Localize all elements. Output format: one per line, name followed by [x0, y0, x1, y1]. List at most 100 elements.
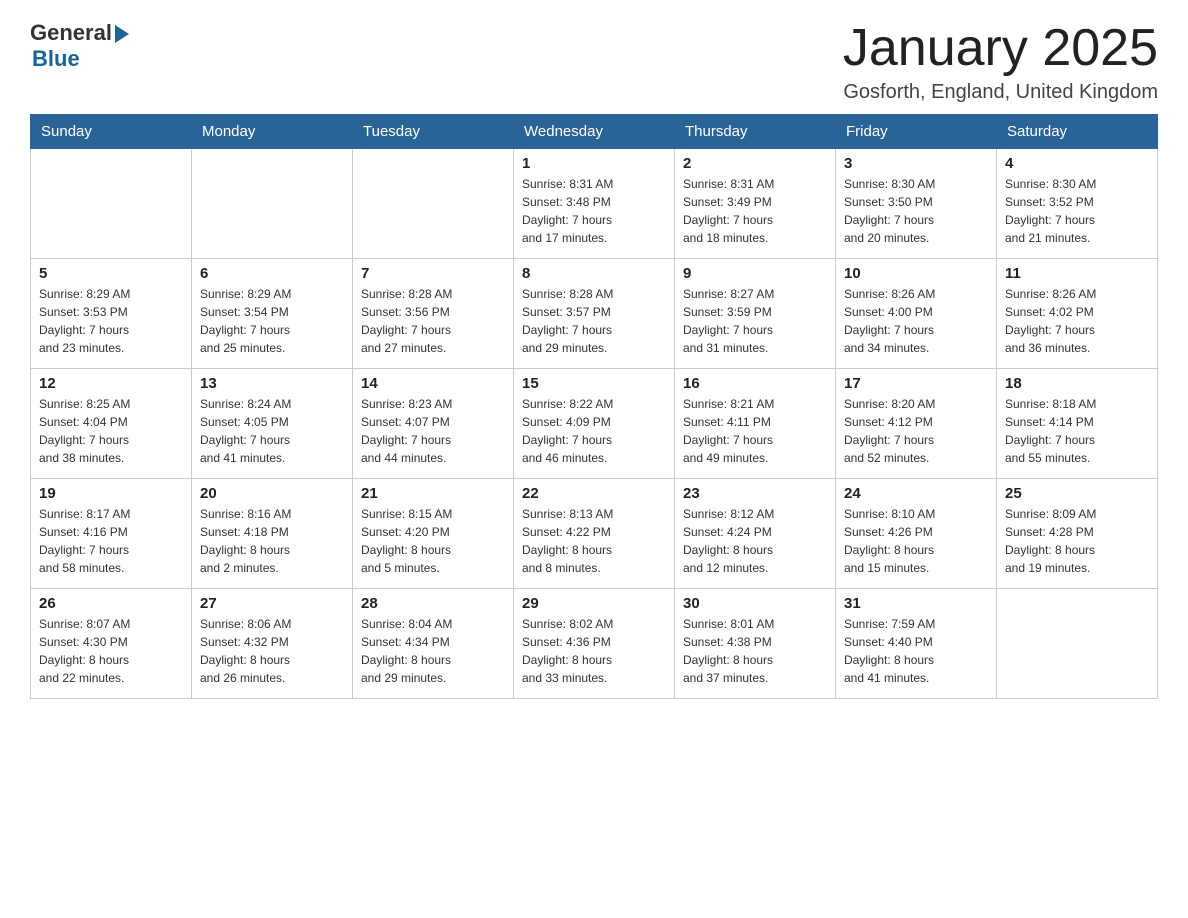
calendar-cell: 2 Sunrise: 8:31 AM Sunset: 3:49 PM Daylig…	[675, 149, 836, 259]
calendar-cell	[31, 149, 192, 259]
day-number: 15	[522, 375, 666, 392]
calendar-cell: 20Sunrise: 8:16 AM Sunset: 4:18 PM Dayli…	[192, 479, 353, 589]
calendar-cell: 24 Sunrise: 8:10 AM Sunset: 4:26 PM Dayli…	[836, 479, 997, 589]
calendar-cell: 19 Sunrise: 8:17 AM Sunset: 4:16 PM Dayli…	[31, 479, 192, 589]
day-number: 2	[683, 155, 827, 172]
calendar-week-row: 5 Sunrise: 8:29 AM Sunset: 3:53 PM Daylig…	[31, 259, 1158, 369]
calendar-cell: 5 Sunrise: 8:29 AM Sunset: 3:53 PM Daylig…	[31, 259, 192, 369]
day-info: Sunrise: 8:25 AM Sunset: 4:04 PM Dayligh…	[39, 395, 183, 467]
calendar-cell: 8 Sunrise: 8:28 AM Sunset: 3:57 PM Daylig…	[514, 259, 675, 369]
calendar-cell: 18Sunrise: 8:18 AM Sunset: 4:14 PM Dayli…	[997, 369, 1158, 479]
calendar-day-header: Saturday	[997, 115, 1158, 149]
calendar-cell: 27 Sunrise: 8:06 AM Sunset: 4:32 PM Dayli…	[192, 589, 353, 699]
day-info: Sunrise: 8:13 AM Sunset: 4:22 PM Dayligh…	[522, 505, 666, 577]
logo: General Blue	[30, 20, 129, 72]
calendar-cell: 3Sunrise: 8:30 AM Sunset: 3:50 PM Daylig…	[836, 149, 997, 259]
day-number: 19	[39, 485, 183, 502]
calendar-cell: 16 Sunrise: 8:21 AM Sunset: 4:11 PM Dayli…	[675, 369, 836, 479]
calendar-cell: 9Sunrise: 8:27 AM Sunset: 3:59 PM Daylig…	[675, 259, 836, 369]
calendar-cell: 6 Sunrise: 8:29 AM Sunset: 3:54 PM Daylig…	[192, 259, 353, 369]
day-number: 27	[200, 595, 344, 612]
day-number: 3	[844, 155, 988, 172]
calendar-cell: 4Sunrise: 8:30 AM Sunset: 3:52 PM Daylig…	[997, 149, 1158, 259]
day-number: 21	[361, 485, 505, 502]
calendar-cell: 28 Sunrise: 8:04 AM Sunset: 4:34 PM Dayli…	[353, 589, 514, 699]
day-info: Sunrise: 8:28 AM Sunset: 3:56 PM Dayligh…	[361, 285, 505, 357]
day-number: 24	[844, 485, 988, 502]
calendar-cell: 21 Sunrise: 8:15 AM Sunset: 4:20 PM Dayli…	[353, 479, 514, 589]
calendar-day-header: Tuesday	[353, 115, 514, 149]
day-number: 23	[683, 485, 827, 502]
calendar-cell: 11 Sunrise: 8:26 AM Sunset: 4:02 PM Dayli…	[997, 259, 1158, 369]
calendar-cell: 22 Sunrise: 8:13 AM Sunset: 4:22 PM Dayli…	[514, 479, 675, 589]
day-info: Sunrise: 8:30 AM Sunset: 3:52 PM Dayligh…	[1005, 175, 1149, 247]
day-number: 25	[1005, 485, 1149, 502]
calendar-cell	[353, 149, 514, 259]
day-info: Sunrise: 8:01 AM Sunset: 4:38 PM Dayligh…	[683, 615, 827, 687]
day-info: Sunrise: 7:59 AM Sunset: 4:40 PM Dayligh…	[844, 615, 988, 687]
day-info: Sunrise: 8:26 AM Sunset: 4:00 PM Dayligh…	[844, 285, 988, 357]
day-number: 1	[522, 155, 666, 172]
calendar-week-row: 12 Sunrise: 8:25 AM Sunset: 4:04 PM Dayli…	[31, 369, 1158, 479]
day-number: 16	[683, 375, 827, 392]
day-info: Sunrise: 8:17 AM Sunset: 4:16 PM Dayligh…	[39, 505, 183, 577]
day-info: Sunrise: 8:07 AM Sunset: 4:30 PM Dayligh…	[39, 615, 183, 687]
day-number: 13	[200, 375, 344, 392]
calendar-cell: 7 Sunrise: 8:28 AM Sunset: 3:56 PM Daylig…	[353, 259, 514, 369]
calendar-table: SundayMondayTuesdayWednesdayThursdayFrid…	[30, 114, 1158, 699]
page-header: General Blue January 2025 Gosforth, Engl…	[30, 20, 1158, 104]
day-number: 10	[844, 265, 988, 282]
day-number: 17	[844, 375, 988, 392]
day-info: Sunrise: 8:15 AM Sunset: 4:20 PM Dayligh…	[361, 505, 505, 577]
day-info: Sunrise: 8:18 AM Sunset: 4:14 PM Dayligh…	[1005, 395, 1149, 467]
day-info: Sunrise: 8:29 AM Sunset: 3:53 PM Dayligh…	[39, 285, 183, 357]
day-info: Sunrise: 8:31 AM Sunset: 3:48 PM Dayligh…	[522, 175, 666, 247]
day-info: Sunrise: 8:26 AM Sunset: 4:02 PM Dayligh…	[1005, 285, 1149, 357]
calendar-week-row: 26Sunrise: 8:07 AM Sunset: 4:30 PM Dayli…	[31, 589, 1158, 699]
day-info: Sunrise: 8:22 AM Sunset: 4:09 PM Dayligh…	[522, 395, 666, 467]
calendar-cell: 1 Sunrise: 8:31 AM Sunset: 3:48 PM Daylig…	[514, 149, 675, 259]
calendar-day-header: Thursday	[675, 115, 836, 149]
title-section: January 2025 Gosforth, England, United K…	[843, 20, 1158, 104]
calendar-cell: 26Sunrise: 8:07 AM Sunset: 4:30 PM Dayli…	[31, 589, 192, 699]
calendar-cell: 14Sunrise: 8:23 AM Sunset: 4:07 PM Dayli…	[353, 369, 514, 479]
calendar-cell: 29Sunrise: 8:02 AM Sunset: 4:36 PM Dayli…	[514, 589, 675, 699]
day-number: 8	[522, 265, 666, 282]
day-info: Sunrise: 8:09 AM Sunset: 4:28 PM Dayligh…	[1005, 505, 1149, 577]
day-info: Sunrise: 8:10 AM Sunset: 4:26 PM Dayligh…	[844, 505, 988, 577]
day-info: Sunrise: 8:20 AM Sunset: 4:12 PM Dayligh…	[844, 395, 988, 467]
day-number: 12	[39, 375, 183, 392]
day-info: Sunrise: 8:16 AM Sunset: 4:18 PM Dayligh…	[200, 505, 344, 577]
day-number: 11	[1005, 265, 1149, 282]
day-info: Sunrise: 8:31 AM Sunset: 3:49 PM Dayligh…	[683, 175, 827, 247]
day-number: 6	[200, 265, 344, 282]
day-info: Sunrise: 8:12 AM Sunset: 4:24 PM Dayligh…	[683, 505, 827, 577]
location-text: Gosforth, England, United Kingdom	[843, 81, 1158, 104]
day-info: Sunrise: 8:04 AM Sunset: 4:34 PM Dayligh…	[361, 615, 505, 687]
day-number: 7	[361, 265, 505, 282]
day-info: Sunrise: 8:21 AM Sunset: 4:11 PM Dayligh…	[683, 395, 827, 467]
calendar-cell: 15 Sunrise: 8:22 AM Sunset: 4:09 PM Dayli…	[514, 369, 675, 479]
calendar-day-header: Sunday	[31, 115, 192, 149]
calendar-cell: 23 Sunrise: 8:12 AM Sunset: 4:24 PM Dayli…	[675, 479, 836, 589]
calendar-cell: 13 Sunrise: 8:24 AM Sunset: 4:05 PM Dayli…	[192, 369, 353, 479]
day-number: 30	[683, 595, 827, 612]
day-number: 5	[39, 265, 183, 282]
calendar-week-row: 1 Sunrise: 8:31 AM Sunset: 3:48 PM Daylig…	[31, 149, 1158, 259]
day-info: Sunrise: 8:27 AM Sunset: 3:59 PM Dayligh…	[683, 285, 827, 357]
calendar-day-header: Wednesday	[514, 115, 675, 149]
day-number: 14	[361, 375, 505, 392]
calendar-cell: 12 Sunrise: 8:25 AM Sunset: 4:04 PM Dayli…	[31, 369, 192, 479]
calendar-cell: 17 Sunrise: 8:20 AM Sunset: 4:12 PM Dayli…	[836, 369, 997, 479]
calendar-header-row: SundayMondayTuesdayWednesdayThursdayFrid…	[31, 115, 1158, 149]
logo-arrow-icon	[115, 25, 129, 43]
day-info: Sunrise: 8:29 AM Sunset: 3:54 PM Dayligh…	[200, 285, 344, 357]
day-info: Sunrise: 8:24 AM Sunset: 4:05 PM Dayligh…	[200, 395, 344, 467]
day-number: 22	[522, 485, 666, 502]
logo-general-text: General	[30, 20, 112, 46]
day-number: 28	[361, 595, 505, 612]
logo-blue-text: Blue	[32, 46, 80, 72]
day-info: Sunrise: 8:28 AM Sunset: 3:57 PM Dayligh…	[522, 285, 666, 357]
day-info: Sunrise: 8:06 AM Sunset: 4:32 PM Dayligh…	[200, 615, 344, 687]
day-number: 31	[844, 595, 988, 612]
